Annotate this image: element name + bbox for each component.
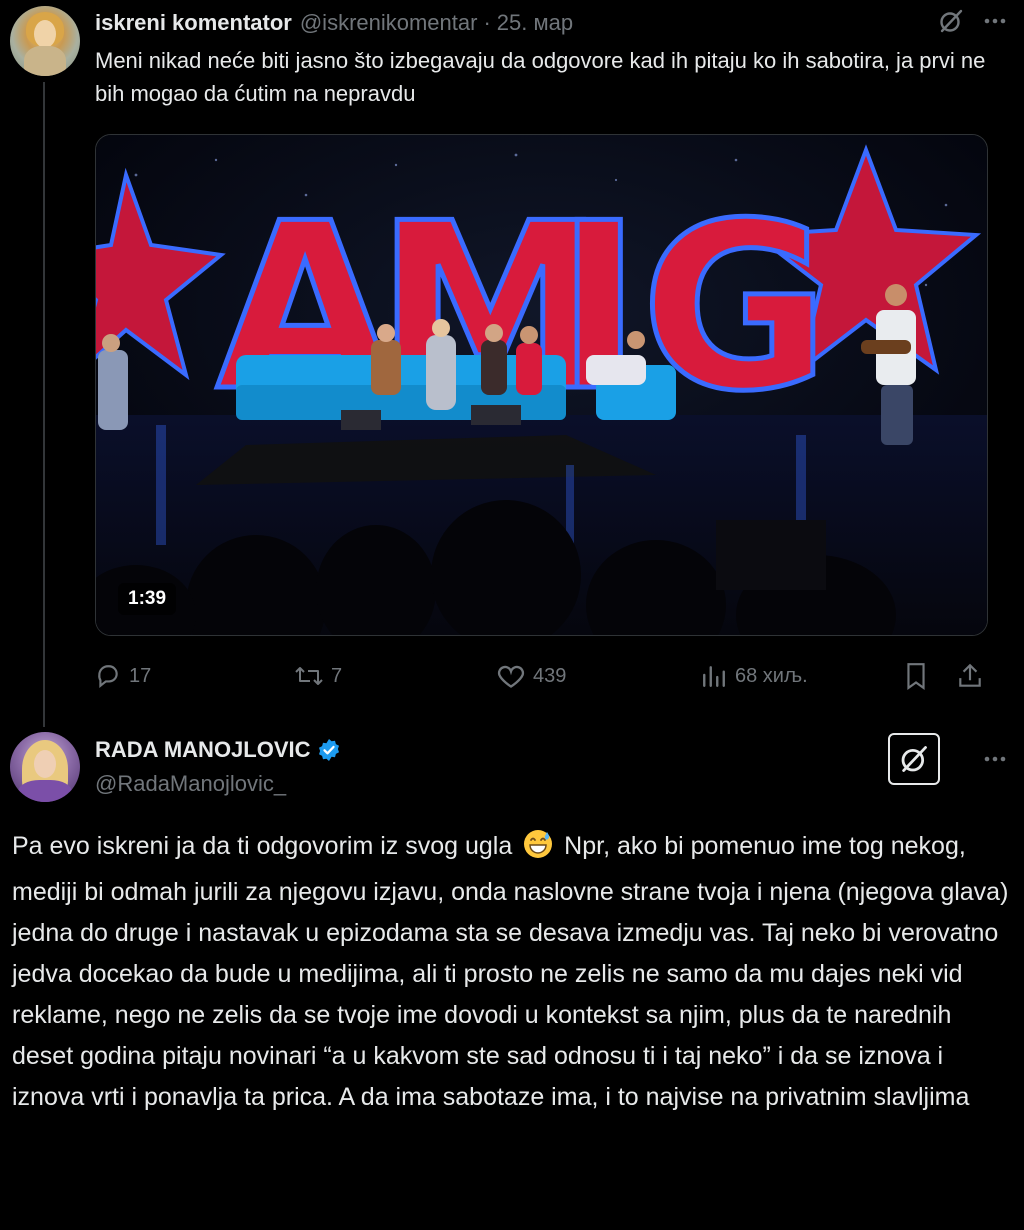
thread-connector-line: [43, 82, 45, 727]
tweet1-separator: ·: [483, 10, 491, 35]
repost-icon: [295, 667, 323, 685]
tweet2-author-name-row[interactable]: RADA MANOJLOVIC: [95, 735, 341, 765]
tweet2-author-handle[interactable]: @RadaManojlovic_: [95, 771, 286, 797]
avatar-rada-manojlovic[interactable]: [10, 732, 80, 802]
tweet1-actions: 17 7 439 68 хиљ.: [95, 658, 988, 694]
more-icon[interactable]: [982, 746, 1008, 772]
tweet2-text-before-emoji: Pa evo iskreni ja da ti odgovorim iz svo…: [12, 832, 513, 860]
bookmark-button[interactable]: [903, 658, 929, 694]
reply-button[interactable]: 17: [95, 658, 151, 694]
like-button[interactable]: 439: [497, 658, 566, 694]
video-frame-stage-scene: A M I G: [96, 135, 987, 635]
tweet1-author-handle[interactable]: @iskrenikomentar: [300, 10, 478, 36]
avatar-body: [24, 46, 66, 76]
views-count: 68 хиљ.: [735, 664, 808, 687]
heart-icon: [497, 665, 525, 688]
reply-icon: [98, 665, 118, 689]
video-duration-badge: 1:39: [118, 583, 177, 615]
share-icon: [959, 663, 981, 687]
grinning-sweat-emoji: [523, 829, 553, 872]
grok-icon[interactable]: [938, 8, 964, 34]
grok-icon: [901, 746, 927, 772]
views-button[interactable]: 68 хиљ.: [701, 658, 808, 694]
reply-count: 17: [129, 664, 152, 687]
tweet1-date[interactable]: 25. мар: [497, 10, 573, 36]
avatar-iskreni-komentator[interactable]: [10, 6, 80, 76]
more-icon[interactable]: [982, 8, 1008, 34]
tweet1-text: Meni nikad neće biti jasno što izbegavaj…: [95, 48, 986, 106]
avatar-face: [34, 750, 56, 778]
views-icon: [703, 666, 725, 687]
tweet2-text-after-emoji: Npr, ako bi pomenuo ime tog nekog, medij…: [12, 832, 1009, 1111]
verified-badge-icon[interactable]: [317, 738, 341, 762]
tweet1-header: iskreni komentator @iskrenikomentar · 25…: [95, 8, 573, 38]
repost-count: 7: [331, 664, 343, 687]
grok-button[interactable]: [888, 733, 940, 785]
repost-button[interactable]: 7: [295, 658, 342, 694]
bookmark-icon: [907, 663, 925, 690]
avatar-face: [34, 20, 56, 48]
tweet2-author-name[interactable]: RADA MANOJLOVIC: [95, 737, 311, 763]
tweet1-author-name[interactable]: iskreni komentator: [95, 10, 292, 36]
avatar-body: [18, 780, 72, 802]
share-button[interactable]: [957, 658, 983, 694]
tweet1-video[interactable]: A M I G: [95, 134, 988, 636]
like-count: 439: [533, 664, 567, 687]
tweet2-text: Pa evo iskreni ja da ti odgovorim iz svo…: [12, 826, 1012, 1118]
tweet1-top-actions: [938, 8, 1008, 34]
